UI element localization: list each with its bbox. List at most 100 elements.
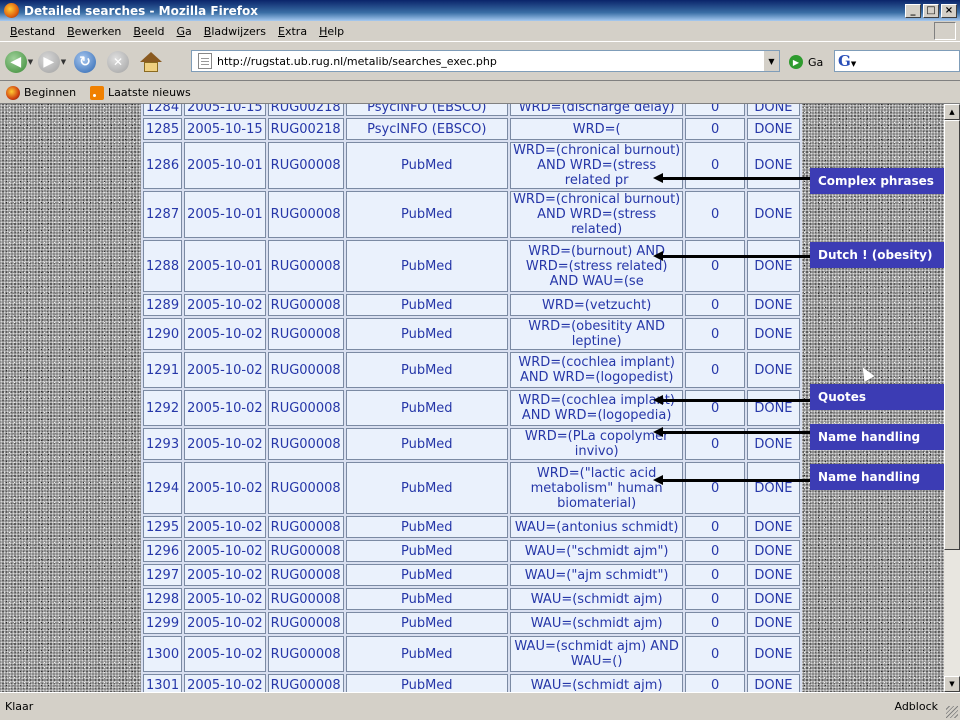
menu-extra[interactable]: Extra	[272, 25, 313, 38]
back-dropdown-icon[interactable]: ▼	[28, 58, 33, 66]
table-row: 1288 2005-10-01 RUG00008 PubMed WRD=(burnout…	[143, 240, 800, 292]
database-cell: PubMed	[345, 462, 508, 514]
menu-beeld[interactable]: Beeld	[127, 25, 170, 38]
search-id-cell: 1287	[143, 191, 183, 238]
status-cell: DONE	[746, 191, 800, 238]
hits-cell: 0	[685, 118, 745, 140]
status-cell: DONE	[746, 674, 800, 692]
annotation-arrow	[653, 475, 810, 485]
annotation-arrow	[653, 251, 810, 261]
status-cell: DONE	[746, 612, 800, 634]
search-date-cell: 2005-10-02	[184, 428, 266, 460]
table-row: 1284 2005-10-15 RUG00218 PsycINFO (EBSCO) WR…	[143, 104, 800, 116]
user-id-cell: RUG00218	[267, 118, 344, 140]
search-id-cell: 1288	[143, 240, 183, 292]
google-search-engine-icon[interactable]: G▼	[838, 52, 856, 70]
user-id-cell: RUG00008	[267, 390, 344, 426]
annotation-arrow	[653, 395, 810, 405]
hits-cell: 0	[685, 318, 745, 350]
table-row: 1286 2005-10-01 RUG00008 PubMed WRD=(chronic…	[143, 142, 800, 189]
back-button[interactable]: ◀ ▼	[4, 47, 34, 77]
query-cell: WRD=(obesitity AND leptine)	[509, 318, 684, 350]
table-row: 1297 2005-10-02 RUG00008 PubMed WAU=("ajm sc…	[143, 564, 800, 586]
rss-feed-icon	[90, 85, 105, 100]
hits-cell: 0	[685, 142, 745, 189]
url-bar[interactable]: http://rugstat.ub.rug.nl/metalib/searche…	[191, 50, 780, 72]
search-date-cell: 2005-10-02	[184, 564, 266, 586]
home-icon	[140, 51, 162, 72]
url-history-dropdown[interactable]: ▼	[763, 51, 779, 71]
table-row: 1291 2005-10-02 RUG00008 PubMed WRD=(cochlea…	[143, 352, 800, 388]
search-id-cell: 1301	[143, 674, 183, 692]
user-id-cell: RUG00008	[267, 191, 344, 238]
forward-arrow-icon: ▶	[37, 50, 60, 73]
user-id-cell: RUG00008	[267, 516, 344, 538]
forward-dropdown-icon[interactable]: ▼	[61, 58, 66, 66]
search-date-cell: 2005-10-02	[184, 674, 266, 692]
search-date-cell: 2005-10-02	[184, 318, 266, 350]
menu-help[interactable]: Help	[313, 25, 350, 38]
search-id-cell: 1285	[143, 118, 183, 140]
scrollbar-thumb[interactable]	[944, 120, 960, 550]
reload-icon: ↻	[74, 50, 96, 73]
database-cell: PubMed	[345, 142, 508, 189]
table-row: 1299 2005-10-02 RUG00008 PubMed WAU=(schmidt…	[143, 612, 800, 634]
vertical-scrollbar[interactable]: ▲ ▼	[944, 104, 960, 692]
search-date-cell: 2005-10-02	[184, 636, 266, 672]
query-cell: WRD=(	[509, 118, 684, 140]
menu-bewerken[interactable]: Bewerken	[61, 25, 127, 38]
database-cell: PubMed	[345, 564, 508, 586]
page-content: 1284 2005-10-15 RUG00218 PsycINFO (EBSCO) WR…	[0, 104, 944, 692]
search-id-cell: 1292	[143, 390, 183, 426]
query-cell: WRD=(discharge delay)	[509, 104, 684, 116]
hits-cell: 0	[685, 516, 745, 538]
table-row: 1301 2005-10-02 RUG00008 PubMed WAU=(schmidt…	[143, 674, 800, 692]
scroll-up-button[interactable]: ▲	[944, 104, 960, 120]
user-id-cell: RUG00008	[267, 240, 344, 292]
search-date-cell: 2005-10-02	[184, 516, 266, 538]
maximize-button[interactable]: □	[923, 3, 939, 18]
query-cell: WRD=(cochlea implant) AND WRD=(logopedis…	[509, 352, 684, 388]
menu-bladwijzers[interactable]: Bladwijzers	[198, 25, 272, 38]
adblock-button[interactable]: Adblock	[894, 700, 938, 713]
database-cell: PubMed	[345, 390, 508, 426]
forward-button[interactable]: ▶ ▼	[37, 47, 67, 77]
table-row: 1300 2005-10-02 RUG00008 PubMed WAU=(schmidt…	[143, 636, 800, 672]
database-cell: PsycINFO (EBSCO)	[345, 118, 508, 140]
bookmark-beginnen[interactable]: Beginnen	[6, 85, 76, 100]
hits-cell: 0	[685, 674, 745, 692]
menu-bestand[interactable]: Bestand	[4, 25, 61, 38]
status-cell: DONE	[746, 462, 800, 514]
status-cell: DONE	[746, 318, 800, 350]
resize-grip-icon[interactable]	[946, 706, 958, 718]
user-id-cell: RUG00008	[267, 540, 344, 562]
search-id-cell: 1297	[143, 564, 183, 586]
status-cell: DONE	[746, 294, 800, 316]
minimize-button[interactable]: _	[905, 3, 921, 18]
query-cell: WAU=(schmidt ajm)	[509, 588, 684, 610]
reload-button[interactable]: ↻	[70, 47, 100, 77]
search-date-cell: 2005-10-15	[184, 118, 266, 140]
scroll-down-button[interactable]: ▼	[944, 676, 960, 692]
go-arrow-icon: ▶	[789, 55, 803, 69]
hits-cell: 0	[685, 294, 745, 316]
status-cell: DONE	[746, 564, 800, 586]
search-id-cell: 1291	[143, 352, 183, 388]
url-text[interactable]: http://rugstat.ub.rug.nl/metalib/searche…	[217, 55, 763, 68]
go-button[interactable]: ▶ Ga	[789, 55, 823, 69]
stop-button[interactable]: ✕	[103, 47, 133, 77]
query-cell: WRD=("lactic acid metabolism" human biom…	[509, 462, 684, 514]
close-button[interactable]: ×	[941, 3, 957, 18]
table-row: 1294 2005-10-02 RUG00008 PubMed WRD=("lactic…	[143, 462, 800, 514]
bookmark-laatste-nieuws[interactable]: Laatste nieuws	[90, 85, 191, 100]
home-button[interactable]	[136, 47, 166, 77]
database-cell: PubMed	[345, 352, 508, 388]
window-title: Detailed searches - Mozilla Firefox	[24, 3, 258, 18]
search-id-cell: 1286	[143, 142, 183, 189]
table-row: 1287 2005-10-01 RUG00008 PubMed WRD=(chronic…	[143, 191, 800, 238]
back-arrow-icon: ◀	[4, 50, 27, 73]
search-box[interactable]: G▼	[834, 50, 960, 72]
query-cell: WRD=(vetzucht)	[509, 294, 684, 316]
menu-ga[interactable]: Ga	[171, 25, 198, 38]
user-id-cell: RUG00008	[267, 612, 344, 634]
